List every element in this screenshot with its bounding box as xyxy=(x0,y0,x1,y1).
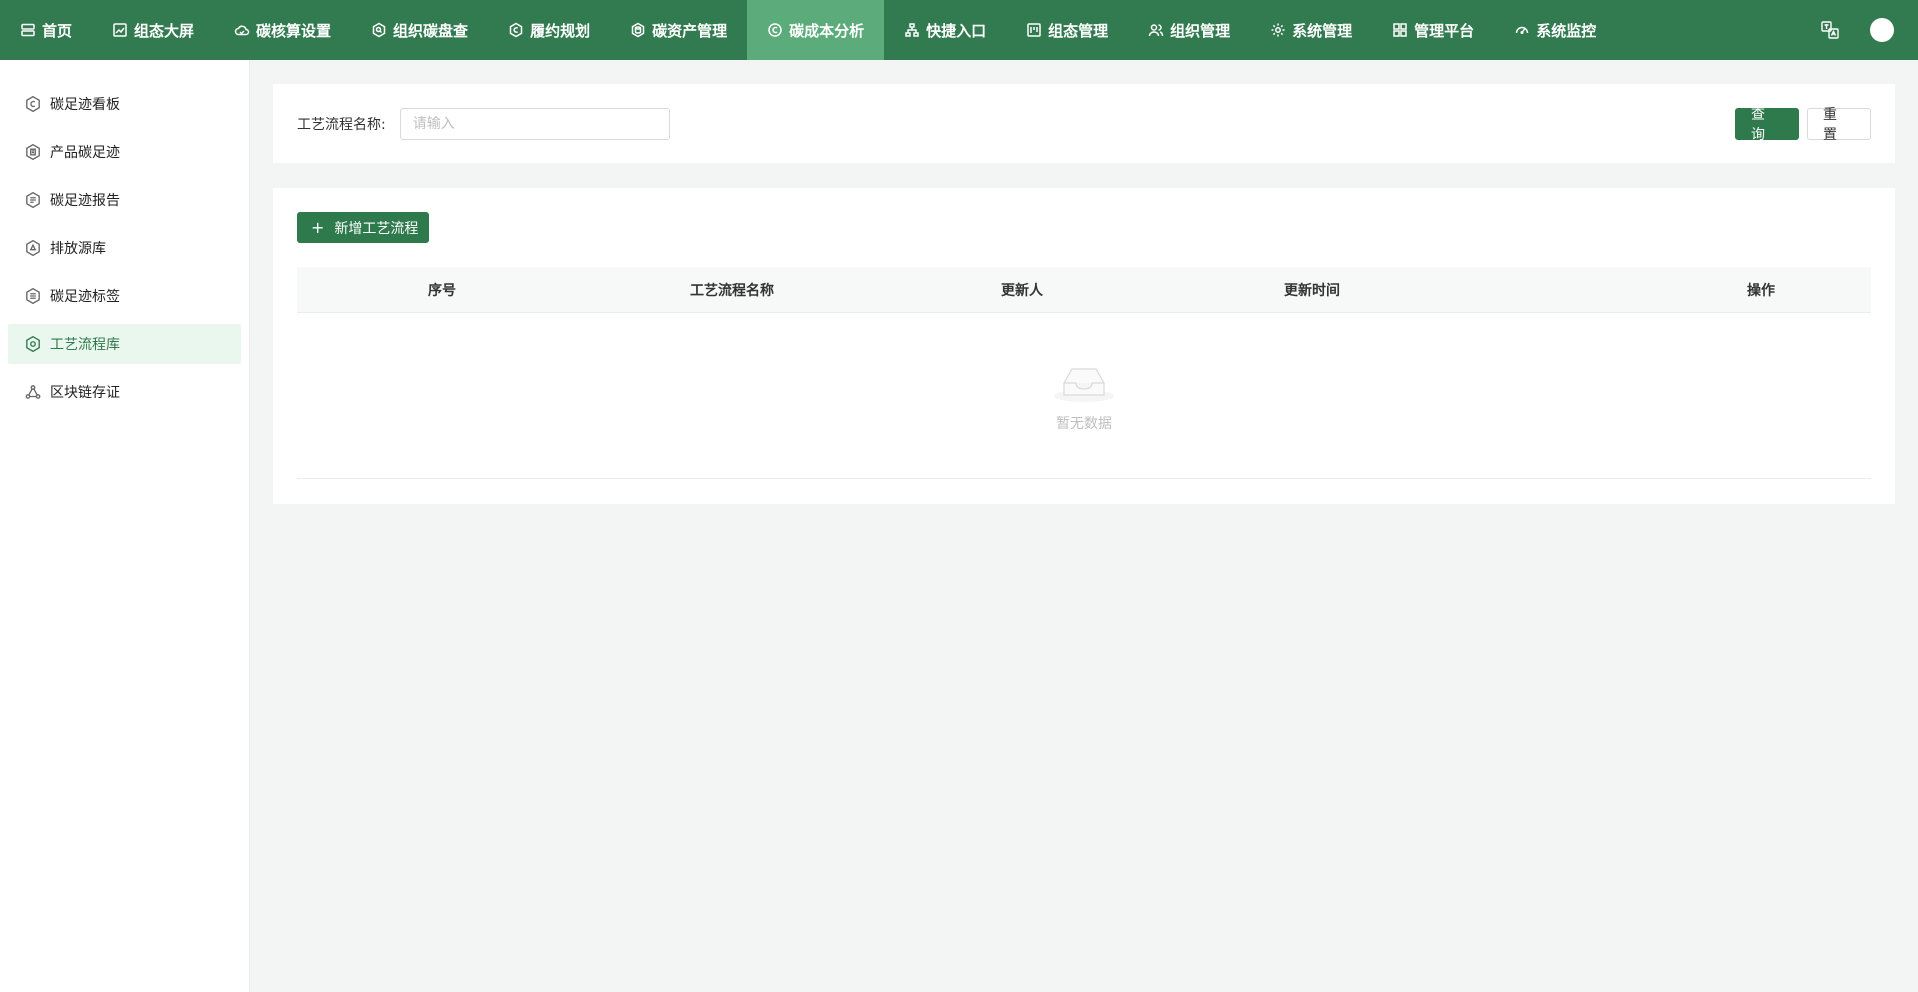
nav-item-1[interactable]: 组态大屏 xyxy=(92,0,214,60)
nav-item-label: 系统管理 xyxy=(1292,21,1353,40)
sidebar-item-5[interactable]: 工艺流程库 xyxy=(8,324,241,364)
sidebar-item-4[interactable]: 碳足迹标签 xyxy=(8,276,241,316)
nav-item-label: 碳成本分析 xyxy=(789,21,865,40)
grid-icon xyxy=(1393,23,1407,37)
nav-item-6[interactable]: 碳成本分析 xyxy=(747,0,885,60)
sidebar-item-6[interactable]: 区块链存证 xyxy=(8,372,241,412)
sidebar-item-3[interactable]: 排放源库 xyxy=(8,228,241,268)
kanban-icon xyxy=(1027,23,1041,37)
plus-icon: + xyxy=(311,218,325,237)
hex-list-icon xyxy=(26,287,40,305)
gauge-icon xyxy=(1515,26,1529,35)
column-header-update-time: 更新时间 xyxy=(1284,282,1340,299)
cloud-icon xyxy=(234,25,250,36)
sidebar-item-label: 区块链存证 xyxy=(50,385,120,401)
table-header: 序号 工艺流程名称 更新人 更新时间 操作 xyxy=(297,267,1871,313)
hex-recycle-icon xyxy=(26,239,40,257)
sidebar-item-label: 碳足迹看板 xyxy=(50,97,120,113)
column-header-index: 序号 xyxy=(428,282,456,299)
sidebar-item-2[interactable]: 碳足迹报告 xyxy=(8,180,241,220)
nav-item-label: 快捷入口 xyxy=(926,21,987,40)
org-tree-icon xyxy=(905,23,919,37)
nav-item-3[interactable]: 组织碳盘查 xyxy=(351,0,488,60)
top-nav-items: 首页 组态大屏 碳核算设置 组织碳盘查 履约规划 碳资产管理 碳成本分析 快捷入口 组态管理 组织… xyxy=(0,0,1616,60)
search-actions: 查 询 重 置 xyxy=(1735,107,1871,143)
sidebar: 碳足迹看板产品碳足迹碳足迹报告排放源库碳足迹标签工艺流程库区块链存证 xyxy=(0,60,250,992)
hex-doc-icon xyxy=(26,143,40,161)
column-header-updater: 更新人 xyxy=(1001,282,1043,299)
gear-icon xyxy=(1271,23,1285,37)
avatar[interactable] xyxy=(1870,18,1894,42)
reset-button[interactable]: 重 置 xyxy=(1807,107,1871,143)
hex-report-icon xyxy=(26,191,40,209)
nav-item-12[interactable]: 系统监控 xyxy=(1494,0,1616,60)
empty-state: 暂无数据 xyxy=(297,313,1871,479)
column-header-process-name: 工艺流程名称 xyxy=(690,282,774,299)
hex-c-icon xyxy=(26,95,40,113)
nav-item-label: 碳核算设置 xyxy=(256,21,332,40)
sidebar-menu: 碳足迹看板产品碳足迹碳足迹报告排放源库碳足迹标签工艺流程库区块链存证 xyxy=(0,84,249,412)
chart-line-icon xyxy=(113,23,127,37)
empty-inbox-icon xyxy=(1052,359,1116,407)
translate-icon[interactable] xyxy=(1820,20,1840,40)
nav-item-5[interactable]: 碳资产管理 xyxy=(610,0,747,60)
nav-item-2[interactable]: 碳核算设置 xyxy=(214,0,351,60)
nav-item-label: 组态管理 xyxy=(1048,21,1109,40)
nav-item-7[interactable]: 快捷入口 xyxy=(884,0,1006,60)
sidebar-item-label: 排放源库 xyxy=(50,241,106,257)
sidebar-item-label: 产品碳足迹 xyxy=(50,145,120,161)
users-icon xyxy=(1148,24,1164,37)
process-name-label: 工艺流程名称: xyxy=(297,116,386,133)
blockchain-icon xyxy=(25,385,41,399)
top-nav-right xyxy=(1820,0,1918,60)
nav-item-8[interactable]: 组态管理 xyxy=(1006,0,1128,60)
nav-item-label: 组态大屏 xyxy=(134,21,195,40)
process-table-card: + 新增工艺流程 序号 工艺流程名称 更新人 更新时间 操作 暂无数据 xyxy=(273,188,1895,504)
hex-flow-icon xyxy=(26,335,40,353)
nav-item-label: 碳资产管理 xyxy=(652,21,728,40)
search-form: 工艺流程名称: 查 询 重 置 xyxy=(273,84,1895,163)
add-process-label: 新增工艺流程 xyxy=(334,220,419,237)
hex-c-icon xyxy=(509,22,523,38)
nav-item-0[interactable]: 首页 xyxy=(0,0,92,60)
nav-item-4[interactable]: 履约规划 xyxy=(488,0,610,60)
top-nav-bar: 首页 组态大屏 碳核算设置 组织碳盘查 履约规划 碳资产管理 碳成本分析 快捷入口 组态管理 组织… xyxy=(0,0,1918,60)
server-icon xyxy=(21,23,35,37)
nav-item-10[interactable]: 系统管理 xyxy=(1250,0,1372,60)
sidebar-item-label: 工艺流程库 xyxy=(50,337,120,353)
nav-item-label: 管理平台 xyxy=(1414,21,1475,40)
nav-item-11[interactable]: 管理平台 xyxy=(1372,0,1494,60)
process-name-input[interactable] xyxy=(399,107,670,140)
nav-item-label: 系统监控 xyxy=(1536,21,1597,40)
nav-item-9[interactable]: 组织管理 xyxy=(1128,0,1250,60)
column-header-actions: 操作 xyxy=(1747,282,1775,299)
add-process-button[interactable]: + 新增工艺流程 xyxy=(297,212,429,243)
nav-item-label: 组织管理 xyxy=(1170,21,1231,40)
nav-item-label: 组织碳盘查 xyxy=(393,21,469,40)
sidebar-item-label: 碳足迹标签 xyxy=(50,289,120,305)
empty-text: 暂无数据 xyxy=(1056,415,1112,432)
sidebar-item-1[interactable]: 产品碳足迹 xyxy=(8,132,241,172)
nav-item-label: 履约规划 xyxy=(530,21,591,40)
sidebar-item-label: 碳足迹报告 xyxy=(50,193,120,209)
sidebar-item-0[interactable]: 碳足迹看板 xyxy=(8,84,241,124)
circle-c-icon xyxy=(768,23,782,37)
hex-db-icon xyxy=(631,22,645,38)
process-table: 序号 工艺流程名称 更新人 更新时间 操作 暂无数据 xyxy=(297,267,1871,479)
nav-item-label: 首页 xyxy=(42,21,73,40)
hex-search-icon xyxy=(372,22,386,38)
query-button[interactable]: 查 询 xyxy=(1735,107,1799,143)
